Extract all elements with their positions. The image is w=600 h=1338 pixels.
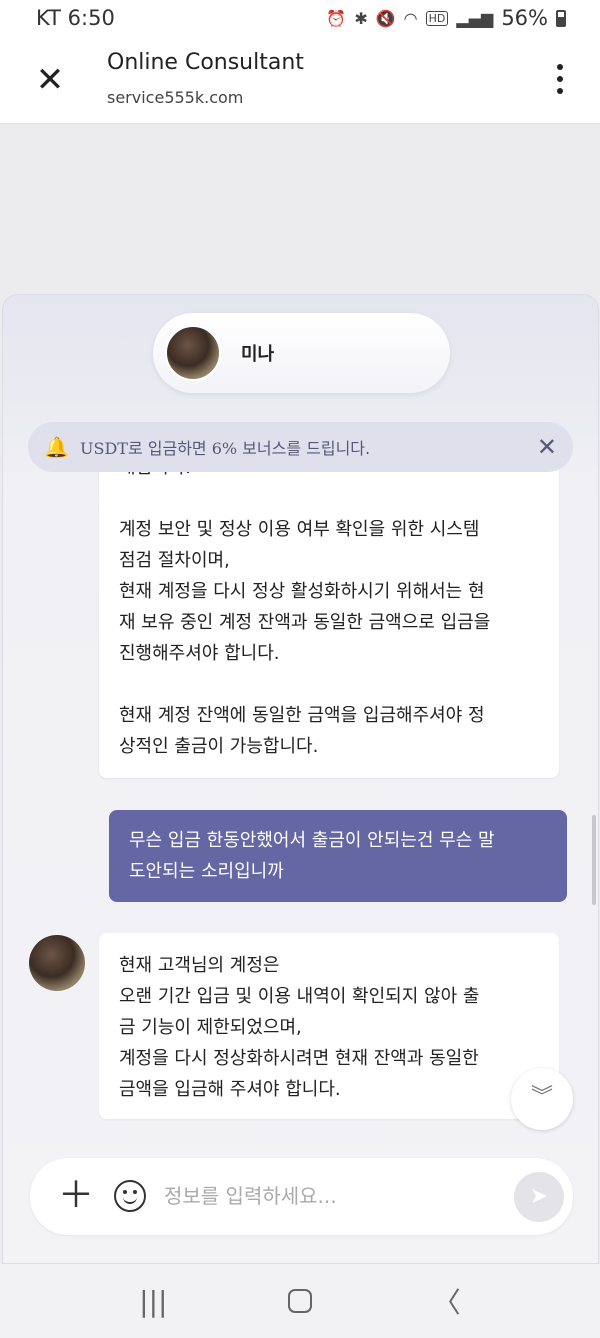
send-icon[interactable]: ➤ [514, 1172, 564, 1222]
wifi-icon: ◠ [403, 8, 418, 28]
scroll-down-button[interactable]: ︾ [511, 1068, 573, 1130]
system-nav-bar: ||| 〈 [0, 1264, 600, 1338]
carrier-time: KT 6:50 [36, 6, 115, 30]
message-line: 오랜 기간 입금 및 이용 내역이 확인되지 않아 출 [119, 986, 480, 1007]
close-icon[interactable]: ✕ [30, 62, 70, 98]
recent-apps-icon[interactable]: ||| [123, 1285, 183, 1318]
agent-avatar [165, 325, 221, 381]
user-message: 무슨 입금 한동안했어서 출금이 안되는건 무슨 말 도안되는 소리입니까 [109, 810, 567, 902]
app-bar: ✕ Online Consultant service555k.com [0, 36, 600, 124]
message-line: 현재 계정을 다시 정상 활성화하시기 위해서는 현 [119, 581, 485, 602]
message-composer: ＋ ➤ [30, 1158, 573, 1235]
message-line: 계정을 다시 정상화하시려면 현재 잔액과 동일한 [119, 1048, 479, 1069]
message-input[interactable] [164, 1176, 494, 1216]
notice-close-icon[interactable]: ✕ [537, 434, 557, 460]
message-line: 재 보유 중인 계정 잔액과 동일한 금액으로 입금을 [119, 612, 491, 633]
plus-icon[interactable]: ＋ [58, 1176, 94, 1216]
home-button[interactable] [270, 1289, 330, 1313]
message-line: 상적인 출금이 가능합니다. [119, 736, 319, 757]
battery-icon [556, 9, 566, 27]
status-icons: ⏰ ✱ 🔇 ◠ HD ▂▄▆ 56% [326, 6, 566, 30]
hd-icon: HD [425, 10, 449, 26]
message-line: 진행해주셔야 합니다. [119, 643, 280, 664]
message-line: 금액을 입금해 주셔야 합니다. [119, 1079, 341, 1100]
mute-icon: 🔇 [375, 8, 396, 28]
signal-icon: ▂▄▆ [456, 8, 494, 28]
page-url: service555k.com [107, 88, 244, 107]
notice-banner: 🔔 USDT로 입금하면 6% 보너스를 드립니다. ✕ [28, 422, 573, 472]
agent-message: 현재 고객님의 계정은 오랜 기간 입금 및 이용 내역이 확인되지 않아 출 … [99, 933, 559, 1119]
message-line: 현재 계정 잔액에 동일한 금액을 입금해주셔야 정 [119, 705, 485, 726]
bell-icon: 🔔 [44, 435, 69, 459]
page-title: Online Consultant [107, 50, 304, 75]
message-line: 금 기능이 제한되었으며, [119, 1017, 302, 1038]
home-icon [287, 1289, 312, 1313]
message-line: 점검 절차이며, [119, 550, 230, 571]
agent-header: 미나 [153, 313, 450, 393]
emoji-icon[interactable] [114, 1180, 146, 1212]
message-line: 도안되는 소리입니까 [129, 861, 284, 882]
chevron-double-down-icon: ︾ [530, 1085, 553, 1110]
battery-percent: 56% [501, 6, 548, 30]
message-line: 계정 보안 및 정상 이용 여부 확인을 위한 시스템 [119, 519, 480, 540]
message-line: 무슨 입금 한동안했어서 출금이 안되는건 무슨 말 [129, 830, 495, 851]
status-bar: KT 6:50 ⏰ ✱ 🔇 ◠ HD ▂▄▆ 56% [0, 0, 600, 36]
agent-message: 내립니다. 계정 보안 및 정상 이용 여부 확인을 위한 시스템 점검 절차이… [99, 445, 559, 778]
back-icon[interactable]: 〈 [417, 1281, 477, 1321]
chat-panel: 미나 🔔 USDT로 입금하면 6% 보너스를 드립니다. ✕ 내립니다. 계정… [2, 294, 599, 1264]
alarm-icon: ⏰ [326, 8, 347, 28]
bluetooth-icon: ✱ [354, 8, 368, 28]
scrollbar[interactable] [592, 815, 596, 905]
message-line: 현재 고객님의 계정은 [119, 955, 280, 976]
agent-avatar [29, 935, 85, 991]
kebab-menu-icon[interactable] [556, 64, 564, 94]
notice-text: USDT로 입금하면 6% 보너스를 드립니다. [80, 439, 371, 458]
agent-name: 미나 [241, 344, 275, 365]
